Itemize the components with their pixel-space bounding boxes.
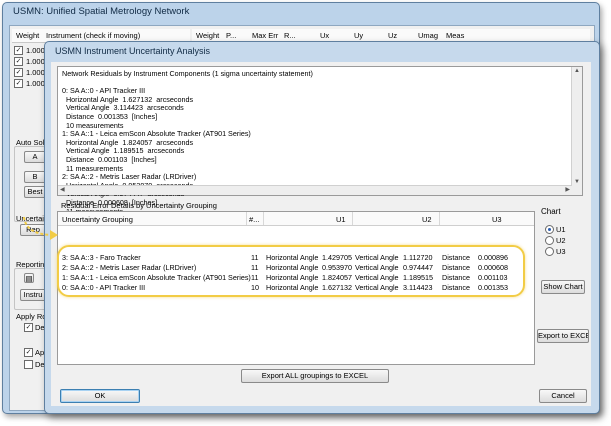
horizontal-scrollbar[interactable]: ◀ ▶ <box>58 185 572 195</box>
annotation-arrow <box>23 216 58 240</box>
uncertainty-analysis-dialog: USMN Instrument Uncertainty Analysis Net… <box>44 41 600 414</box>
radio-u3-circle[interactable] <box>545 247 554 256</box>
grid-row[interactable]: 2: SA A::2 - Metris Laser Radar (LRDrive… <box>58 262 534 272</box>
cell-count: 11 <box>251 263 259 272</box>
col-r-p: P... <box>226 31 237 40</box>
col-uncertainty-grouping[interactable]: Uncertainty Grouping <box>62 215 133 224</box>
vertical-scrollbar[interactable]: ▲ ▼ <box>571 67 582 195</box>
ok-button[interactable]: OK <box>60 389 140 403</box>
report-icon-button[interactable]: ▤ <box>24 273 34 283</box>
col-weight: Weight <box>16 31 40 40</box>
residual-section-label: Residual Error Details by Uncertainty Gr… <box>61 201 217 210</box>
row-weight: 1.000 <box>26 57 45 66</box>
cell-group: 0: SA A::0 - API Tracker III <box>62 283 146 292</box>
scroll-down-icon[interactable]: ▼ <box>574 179 580 185</box>
cell-u1: 1.627132 <box>322 283 352 292</box>
col-r-r: R... <box>284 31 296 40</box>
cell-group: 3: SA A::3 - Faro Tracker <box>62 253 141 262</box>
radio-u1-label: U1 <box>556 225 566 234</box>
moving-checkbox[interactable]: ✓ <box>14 79 23 88</box>
cell-u2: 1.112720 <box>403 253 433 262</box>
cell-count: 11 <box>251 253 259 262</box>
scroll-right-icon[interactable]: ▶ <box>565 186 570 193</box>
row-weight: 1.000 <box>26 46 45 55</box>
arrow-curve <box>23 216 55 236</box>
col-r-uy: Uy <box>354 31 364 40</box>
cell-count: 11 <box>251 273 259 282</box>
cell-component-1: Horizontal Angle <box>266 263 319 272</box>
col-r-uz: Uz <box>388 31 398 40</box>
col-u3[interactable]: U3 <box>492 215 502 224</box>
cell-component-3: Distance <box>442 283 470 292</box>
cancel-button[interactable]: Cancel <box>539 389 587 403</box>
col-r-umag: Umag <box>418 31 439 40</box>
grid-row[interactable]: 0: SA A::0 - API Tracker III 10 Horizont… <box>58 282 534 292</box>
col-r-maxerr: Max Err <box>252 31 279 40</box>
cell-u3: 0.000896 <box>478 253 508 262</box>
arrow-head-icon <box>50 230 58 240</box>
moving-checkbox[interactable]: ✓ <box>14 68 23 77</box>
col-r-ux: Ux <box>320 31 330 40</box>
apply-label: Apply Ro <box>16 312 47 321</box>
cell-group: 1: SA A::1 - Leica emScon Absolute Track… <box>62 273 251 282</box>
export-excel-button[interactable]: Export to EXCEL <box>537 329 589 343</box>
cell-component-1: Horizontal Angle <box>266 273 319 282</box>
row-weight: 1.000 <box>26 79 45 88</box>
cell-component-3: Distance <box>442 263 470 272</box>
grid-row[interactable]: 1: SA A::1 - Leica emScon Absolute Track… <box>58 272 534 282</box>
col-u1[interactable]: U1 <box>336 215 346 224</box>
cell-u3: 0.001353 <box>478 283 508 292</box>
cell-component-1: Horizontal Angle <box>266 253 319 262</box>
cell-component-2: Vertical Angle <box>355 273 399 282</box>
uncertainty-grouping-grid[interactable]: Uncertainty Grouping #... U1 U2 U3 3: SA… <box>57 211 535 365</box>
devi-checkbox[interactable] <box>24 360 33 369</box>
cell-u2: 3.114423 <box>403 283 433 292</box>
cell-u2: 0.974447 <box>403 263 433 272</box>
scroll-left-icon[interactable]: ◀ <box>60 186 65 193</box>
dialog-title: USMN Instrument Uncertainty Analysis <box>55 46 211 56</box>
cell-u1: 1.429705 <box>322 253 352 262</box>
cell-u3: 0.001103 <box>478 273 508 282</box>
cell-component-1: Horizontal Angle <box>266 283 319 292</box>
cell-u1: 1.824057 <box>322 273 352 282</box>
grid-header: Uncertainty Grouping #... U1 U2 U3 <box>58 212 534 226</box>
auto-solve-button-a[interactable]: A <box>24 151 46 163</box>
scroll-up-icon[interactable]: ▲ <box>574 68 580 74</box>
col-u2[interactable]: U2 <box>422 215 432 224</box>
col-r-meas: Meas <box>446 31 465 40</box>
col-count[interactable]: #... <box>249 215 259 224</box>
apply-checkbox[interactable]: ✓ <box>24 348 33 357</box>
row-weight: 1.000 <box>26 68 45 77</box>
moving-checkbox[interactable]: ✓ <box>14 46 23 55</box>
grid-row[interactable]: 3: SA A::3 - Faro Tracker 11 Horizontal … <box>58 252 534 262</box>
instrument-button[interactable]: Instru <box>20 289 46 301</box>
radio-u1-circle[interactable] <box>545 225 554 234</box>
radio-u3-label: U3 <box>556 247 566 256</box>
network-residuals-textbox[interactable]: Network Residuals by Instrument Componen… <box>57 66 583 224</box>
cell-component-2: Vertical Angle <box>355 263 399 272</box>
main-window-title: USMN: Unified Spatial Metrology Network <box>13 6 190 17</box>
cell-u2: 1.189515 <box>403 273 433 282</box>
chart-label: Chart <box>541 207 561 216</box>
cell-count: 10 <box>251 283 259 292</box>
cell-component-2: Vertical Angle <box>355 253 399 262</box>
cell-component-3: Distance <box>442 253 470 262</box>
derive-checkbox[interactable]: ✓ <box>24 323 33 332</box>
cell-u3: 0.000608 <box>478 263 508 272</box>
cell-group: 2: SA A::2 - Metris Laser Radar (LRDrive… <box>62 263 197 272</box>
cell-component-3: Distance <box>442 273 470 282</box>
show-chart-button[interactable]: Show Chart <box>541 280 585 294</box>
export-all-button[interactable]: Export ALL groupings to EXCEL <box>241 369 389 383</box>
cell-u1: 0.953970 <box>322 263 352 272</box>
radio-u2-label: U2 <box>556 236 566 245</box>
col-r-weight: Weight <box>196 31 220 40</box>
best-fit-button[interactable]: Best <box>24 186 46 198</box>
document-icon: ▤ <box>25 274 33 283</box>
moving-checkbox[interactable]: ✓ <box>14 57 23 66</box>
col-instrument: Instrument (check if moving) <box>46 31 141 40</box>
radio-u2-circle[interactable] <box>545 236 554 245</box>
dialog-client: Network Residuals by Instrument Componen… <box>51 62 591 406</box>
auto-solve-button-b[interactable]: B <box>24 171 46 183</box>
cell-component-2: Vertical Angle <box>355 283 399 292</box>
